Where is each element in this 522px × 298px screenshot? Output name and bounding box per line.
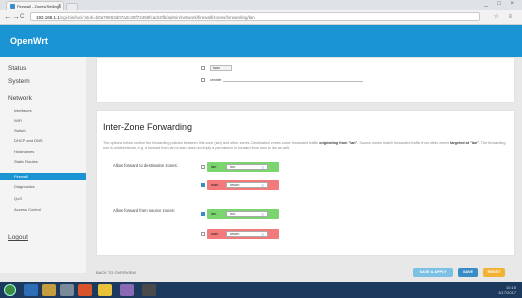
- address-bar[interactable]: 192.168.1.1/cgi-bin/luci/;stok=b0a79863d…: [30, 12, 480, 21]
- network-tag: lwan: [210, 65, 232, 71]
- zone-chip: lan: ≡: [226, 164, 268, 170]
- wan-checkbox[interactable]: [201, 66, 205, 70]
- media-icon[interactable]: [60, 284, 74, 296]
- zone-chip-label: wwan:: [230, 183, 240, 187]
- src-zone-wan[interactable]: wan wwan: ≡: [207, 229, 279, 239]
- section-description: The options below control the forwarding…: [103, 141, 511, 150]
- app-icon[interactable]: [120, 284, 134, 296]
- sidebar-item-firewall[interactable]: Firewall: [0, 173, 86, 180]
- sidebar-item-system[interactable]: System: [8, 78, 30, 85]
- desc-bold: originating from "lan": [319, 141, 358, 145]
- sidebar-item-hostnames[interactable]: Hostnames: [14, 149, 34, 154]
- firefox-icon[interactable]: [78, 284, 92, 296]
- chrome-icon[interactable]: [98, 284, 112, 296]
- ie-icon[interactable]: [24, 284, 38, 296]
- create-input[interactable]: [223, 81, 363, 82]
- url-host: 192.168.1.1: [36, 15, 60, 20]
- dest-zone-lan[interactable]: lan lan: ≡: [207, 162, 279, 172]
- taskbar: 10:15 3/17/2017: [0, 282, 522, 298]
- sidebar-item-static-routes[interactable]: Static Routes: [14, 159, 38, 164]
- brand-logo[interactable]: OpenWrt: [10, 36, 48, 46]
- toolbar-icons[interactable]: ☆ ≡: [493, 12, 516, 22]
- browser-tab-strip: Firewall - Zones/Settings × _ □ ×: [0, 0, 522, 11]
- zone-chip-label: lan:: [230, 165, 236, 169]
- system-tray[interactable]: 10:15 3/17/2017: [498, 285, 516, 295]
- terminal-icon[interactable]: [142, 284, 156, 296]
- dest-wan-checkbox[interactable]: [201, 183, 205, 187]
- zone-name: wan: [211, 182, 219, 187]
- sidebar-item-firewall-label: Firewall: [14, 174, 28, 179]
- zone-name: wan: [211, 231, 219, 236]
- app-header: OpenWrt: [0, 25, 522, 57]
- browser-tab[interactable]: Firewall - Zones/Settings ×: [6, 1, 64, 10]
- src-zones-label: Allow forward from source zones:: [113, 208, 175, 213]
- favicon-icon: [10, 4, 15, 9]
- zone-name: lan: [211, 164, 217, 169]
- zone-name: lan: [211, 211, 217, 216]
- reset-button[interactable]: RESET: [483, 268, 505, 277]
- tray-date: 3/17/2017: [498, 290, 516, 295]
- start-button[interactable]: [4, 284, 16, 296]
- window-controls[interactable]: _ □ ×: [484, 0, 518, 9]
- browser-toolbar: ← → C 192.168.1.1/cgi-bin/luci/;stok=b0a…: [0, 10, 522, 25]
- sidebar-item-access-control[interactable]: Access Control: [14, 207, 41, 212]
- dest-zones-label: Allow forward to destination zones:: [113, 163, 178, 168]
- desc-bold: targeted at "lan": [450, 141, 479, 145]
- sidebar-item-network[interactable]: Network: [8, 95, 32, 102]
- reload-icon[interactable]: C: [20, 11, 24, 23]
- forward-icon[interactable]: →: [12, 11, 20, 23]
- sidebar-item-switch[interactable]: Switch: [14, 128, 26, 133]
- create-checkbox[interactable]: [201, 78, 205, 82]
- src-zone-lan[interactable]: lan lan: ≡: [207, 209, 279, 219]
- sidebar-item-wifi[interactable]: WiFi: [14, 118, 22, 123]
- desc-part: The options below control the forwarding…: [103, 141, 320, 145]
- sidebar-item-interfaces[interactable]: Interfaces: [14, 108, 32, 113]
- network-icon: ≡: [261, 165, 264, 170]
- network-icon: ≡: [261, 212, 264, 217]
- zone-chip: lan: ≡: [226, 211, 268, 217]
- create-label: create:: [210, 77, 223, 82]
- dest-zone-wan[interactable]: wan wwan: ≡: [207, 180, 279, 190]
- src-lan-checkbox[interactable]: [201, 212, 205, 216]
- back-to-overview-link[interactable]: BACK TO OVERVIEW: [96, 270, 136, 275]
- zone-chip: wwan: ≡: [226, 182, 268, 188]
- sidebar-item-qos[interactable]: QoS: [14, 196, 22, 201]
- sidebar-item-diagnostics[interactable]: Diagnostics: [14, 184, 35, 189]
- zone-settings-panel: lwan create:: [96, 57, 515, 103]
- sidebar-item-dhcp[interactable]: DHCP and DNS: [14, 138, 43, 143]
- zone-chip: wwan: ≡: [226, 231, 268, 237]
- network-icon: ≡: [261, 183, 264, 188]
- sidebar: Status System Network Interfaces WiFi Sw…: [0, 57, 86, 273]
- dest-lan-checkbox[interactable]: [201, 165, 205, 169]
- save-apply-button[interactable]: SAVE & APPLY: [413, 268, 453, 277]
- section-title: Inter-Zone Forwarding: [103, 122, 193, 132]
- save-button[interactable]: SAVE: [458, 268, 478, 277]
- zone-chip-label: wwan:: [230, 232, 240, 236]
- src-wan-checkbox[interactable]: [201, 232, 205, 236]
- zone-chip-label: lan:: [230, 212, 236, 216]
- tab-title: Firewall - Zones/Settings: [17, 4, 62, 9]
- url-path: /cgi-bin/luci/;stok=b0a79863d07a2c29f724…: [59, 15, 255, 20]
- sidebar-item-status[interactable]: Status: [8, 65, 26, 72]
- explorer-icon[interactable]: [42, 284, 56, 296]
- network-icon: ≡: [261, 232, 264, 237]
- back-icon[interactable]: ←: [4, 11, 12, 23]
- logout-link[interactable]: Logout: [8, 234, 28, 241]
- desc-part: . Source zones match forwarded traffic f…: [357, 141, 451, 145]
